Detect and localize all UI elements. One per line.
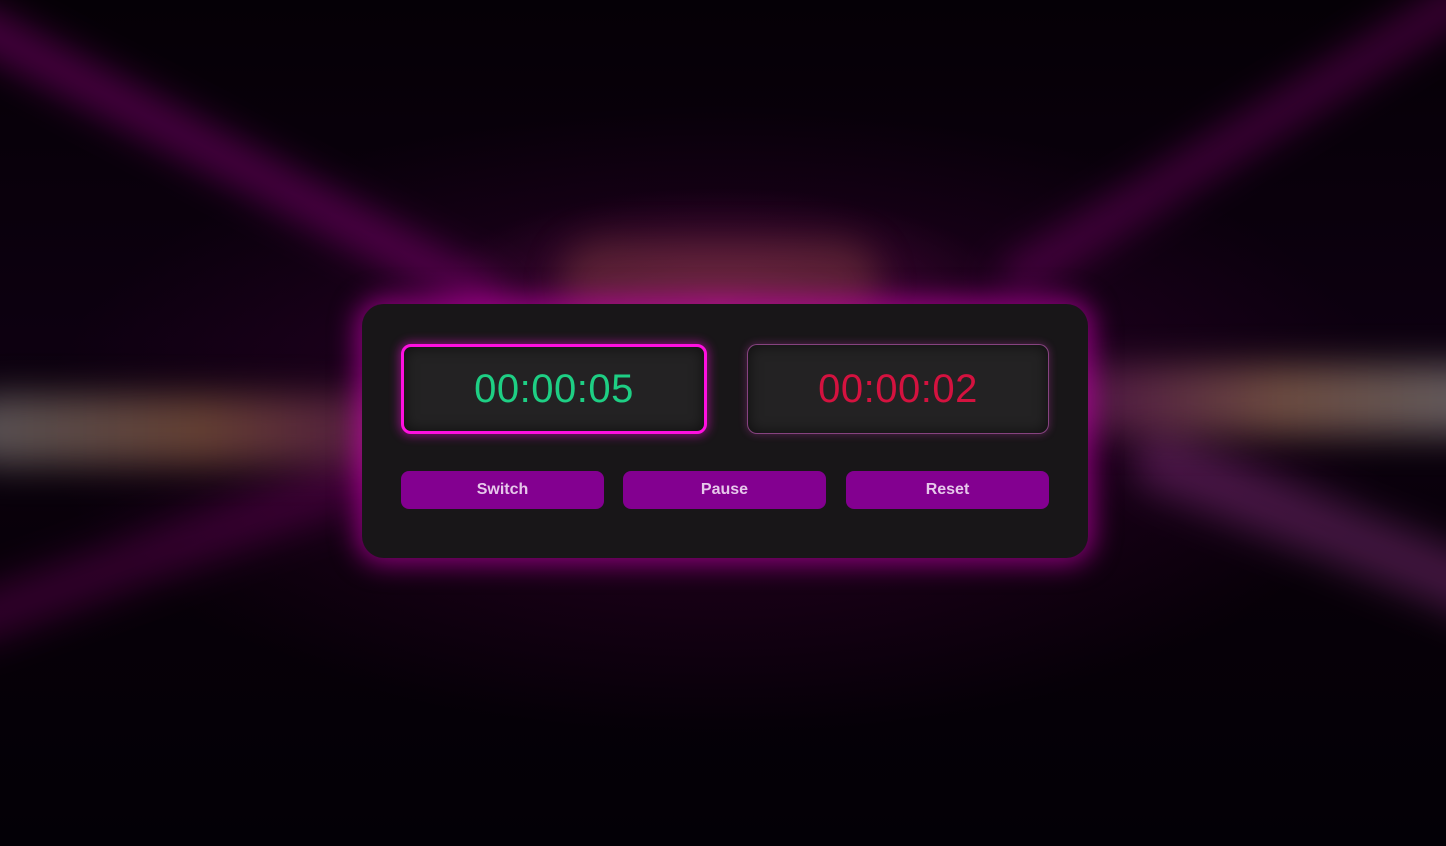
chess-clock-panel: 00:00:05 00:00:02 Switch Pause Reset: [362, 304, 1088, 558]
timer-player-two-value: 00:00:02: [818, 366, 978, 411]
timer-player-one-value: 00:00:05: [474, 366, 634, 411]
timer-player-one[interactable]: 00:00:05: [401, 344, 707, 434]
switch-button[interactable]: Switch: [401, 471, 604, 509]
pause-button[interactable]: Pause: [623, 471, 826, 509]
light-streak: [993, 0, 1446, 302]
reset-button[interactable]: Reset: [846, 471, 1049, 509]
light-streak: [1060, 365, 1446, 435]
light-streak: [0, 439, 415, 651]
timer-player-two[interactable]: 00:00:02: [747, 344, 1049, 434]
light-streak: [1124, 423, 1446, 637]
light-streak: [0, 0, 514, 324]
